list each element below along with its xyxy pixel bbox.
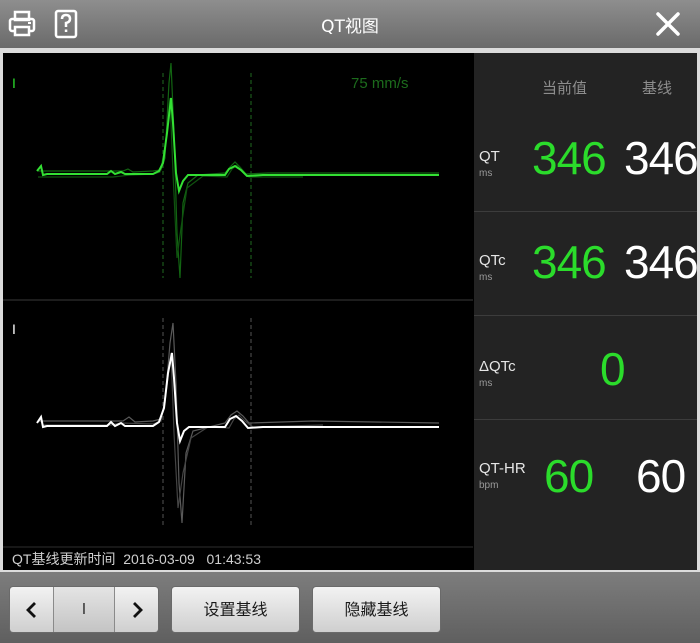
ecg-history-trace-top-2 xyxy=(38,97,303,259)
lead-label-bottom: I xyxy=(12,321,16,337)
ecg-history-trace-top xyxy=(38,62,439,279)
next-lead-button[interactable] xyxy=(114,587,158,632)
sweep-speed: 75 mm/s xyxy=(351,75,409,92)
baseline-value: 346 xyxy=(624,236,699,288)
bottom-toolbar: I 设置基线 隐藏基线 xyxy=(0,572,700,643)
current-value: 60 xyxy=(544,450,594,502)
param-row-qt-hr: QT-HR bpm 60 60 xyxy=(474,420,697,524)
param-name: ΔQTc xyxy=(479,358,516,375)
param-name: QT xyxy=(479,148,500,165)
chevron-right-icon xyxy=(133,602,143,618)
ecg-baseline-trace-bottom xyxy=(36,352,439,445)
param-unit: ms xyxy=(479,168,493,179)
ecg-history-trace-bottom xyxy=(38,322,440,524)
parameter-panel: 当前值 基线 QT ms 346 346 QTc ms 346 346 ΔQTc… xyxy=(474,53,699,570)
lead-value[interactable]: I xyxy=(54,587,114,632)
previous-lead-button[interactable] xyxy=(10,587,54,632)
title-bar: QT视图 xyxy=(0,0,700,48)
param-row-qt: QT ms 346 346 xyxy=(474,108,699,212)
set-baseline-button[interactable]: 设置基线 xyxy=(171,586,300,633)
qt-content: I 75 mm/s I QT基线更新时间 2016-03-09 01:43:53… xyxy=(3,53,699,570)
header-baseline: 基线 xyxy=(642,79,673,97)
waveform-canvas xyxy=(3,62,473,548)
chevron-left-icon xyxy=(26,602,36,618)
baseline-value: 346 xyxy=(624,132,699,184)
lead-selector: I xyxy=(9,586,159,633)
current-value: 346 xyxy=(532,236,607,288)
hide-baseline-button[interactable]: 隐藏基线 xyxy=(312,586,441,633)
param-name: QT-HR xyxy=(479,460,526,477)
close-icon[interactable] xyxy=(650,6,686,42)
waveform-area: I 75 mm/s I QT基线更新时间 2016-03-09 01:43:53 xyxy=(3,53,473,570)
current-value: 0 xyxy=(600,343,626,395)
baseline-value: 60 xyxy=(636,450,686,502)
param-row-qtc: QTc ms 346 346 xyxy=(474,212,699,316)
ecg-history-trace-bottom-2 xyxy=(43,352,324,509)
param-unit: ms xyxy=(479,272,493,283)
current-value: 346 xyxy=(532,132,607,184)
param-unit: bpm xyxy=(479,480,499,491)
window-title: QT视图 xyxy=(321,17,379,37)
param-name: QTc xyxy=(479,252,506,269)
param-row-delta-qtc: ΔQTc ms 0 xyxy=(474,316,697,420)
param-unit: ms xyxy=(479,378,493,389)
main-frame: I 75 mm/s I QT基线更新时间 2016-03-09 01:43:53… xyxy=(0,48,700,572)
header-current: 当前值 xyxy=(542,79,588,97)
lead-label-top: I xyxy=(12,75,16,91)
baseline-update-time: QT基线更新时间 2016-03-09 01:43:53 xyxy=(12,551,261,567)
